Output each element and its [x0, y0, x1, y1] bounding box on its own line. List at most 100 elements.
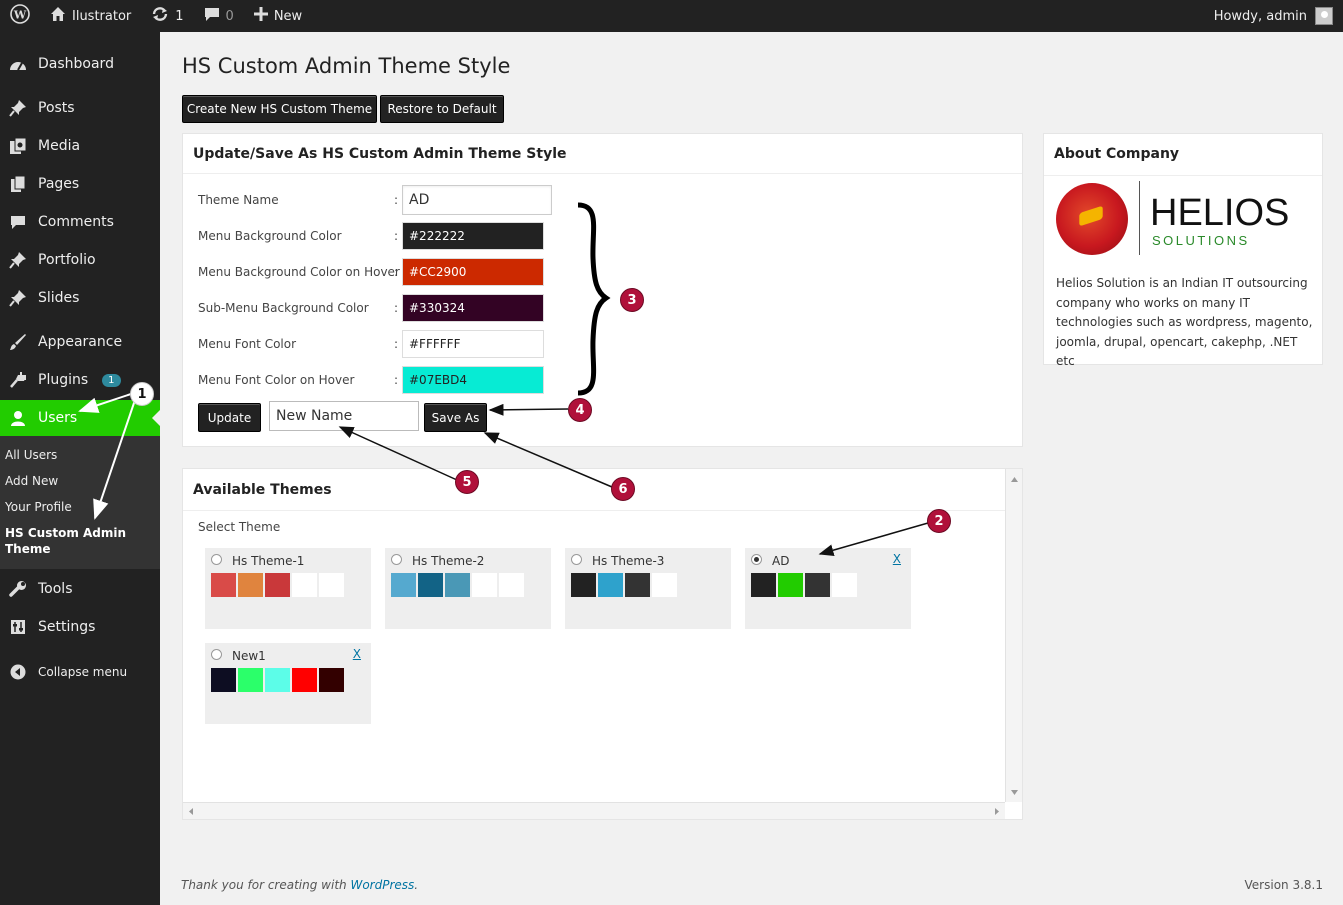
color-swatch	[571, 573, 596, 597]
svg-text:W: W	[13, 9, 27, 22]
my-account-menu[interactable]: Howdy, admin	[1214, 7, 1343, 25]
theme-radio[interactable]	[211, 554, 222, 565]
menu-slides[interactable]: Slides	[0, 280, 160, 316]
submenu-your-profile[interactable]: Your Profile	[5, 500, 72, 514]
menu-label: Comments	[38, 214, 114, 230]
submenu-bg-color-input[interactable]: #330324	[402, 294, 544, 322]
menu-dashboard[interactable]: Dashboard	[0, 46, 160, 82]
colon: :	[394, 193, 399, 207]
menu-pages[interactable]: Pages	[0, 166, 160, 202]
collapse-menu-button[interactable]: Collapse menu	[0, 654, 160, 690]
theme-card[interactable]: Hs Theme-1	[205, 548, 371, 629]
field-label-menu-font-hover: Menu Font Color on Hover	[198, 373, 355, 387]
wordpress-link[interactable]: WordPress	[350, 878, 414, 892]
menu-font-hover-color-input[interactable]: #07EBD4	[402, 366, 544, 394]
theme-card[interactable]: New1 X	[205, 643, 371, 724]
site-name-menu[interactable]: Ilustrator	[40, 0, 141, 32]
submenu-add-new[interactable]: Add New	[5, 474, 58, 488]
field-label-menu-bg-hover: Menu Background Color on Hover	[198, 265, 400, 279]
color-swatch	[805, 573, 830, 597]
theme-swatches	[571, 573, 704, 597]
submenu-all-users[interactable]: All Users	[5, 448, 57, 462]
menu-bg-color-input[interactable]: #222222	[402, 222, 544, 250]
theme-radio[interactable]	[391, 554, 402, 565]
menu-portfolio[interactable]: Portfolio	[0, 242, 160, 278]
users-submenu: All Users Add New Your Profile HS Custom…	[0, 436, 160, 569]
new-content-menu[interactable]: New	[244, 0, 312, 32]
menu-media[interactable]: Media	[0, 128, 160, 164]
theme-name: Hs Theme-1	[232, 554, 305, 568]
delete-theme-link[interactable]: X	[353, 647, 361, 661]
dashboard-icon	[8, 54, 28, 74]
wordpress-logo-menu[interactable]: W	[0, 0, 40, 32]
page-title: HS Custom Admin Theme Style	[182, 54, 511, 78]
menu-label: Settings	[38, 619, 96, 635]
menu-comments[interactable]: Comments	[0, 204, 160, 240]
select-theme-label: Select Theme	[198, 520, 281, 534]
color-swatch	[598, 573, 623, 597]
new-name-input[interactable]: New Name	[269, 401, 419, 431]
menu-label: Users	[38, 410, 78, 426]
menu-posts[interactable]: Posts	[0, 90, 160, 126]
menu-appearance[interactable]: Appearance	[0, 324, 160, 360]
color-swatch	[679, 573, 704, 597]
submenu-hs-custom-admin-theme[interactable]: HS Custom Admin Theme	[5, 525, 145, 557]
updates-menu[interactable]: 1	[141, 0, 193, 32]
admin-menu: Dashboard Posts Media Pages Comments Por…	[0, 32, 160, 905]
theme-card[interactable]: Hs Theme-2	[385, 548, 551, 629]
restore-default-button[interactable]: Restore to Default	[380, 95, 504, 123]
color-swatch	[265, 573, 290, 597]
create-theme-button[interactable]: Create New HS Custom Theme	[182, 95, 377, 123]
logo-divider	[1139, 181, 1140, 255]
brand-name: HELIOS	[1150, 192, 1290, 234]
comments-count: 0	[225, 8, 234, 24]
menu-label: Portfolio	[38, 252, 96, 268]
menu-font-color-input[interactable]: #FFFFFF	[402, 330, 544, 358]
color-swatch	[625, 573, 650, 597]
settings-icon	[8, 617, 28, 637]
menu-tools[interactable]: Tools	[0, 571, 160, 607]
theme-radio-selected[interactable]	[751, 554, 762, 565]
menu-label: Slides	[38, 290, 80, 306]
vertical-scrollbar[interactable]	[1005, 469, 1022, 802]
menu-label: Plugins	[38, 372, 89, 388]
footer-thanks-prefix: Thank you for creating with	[181, 878, 351, 892]
comments-menu[interactable]: 0	[194, 0, 244, 32]
menu-settings[interactable]: Settings	[0, 609, 160, 645]
color-swatch	[418, 573, 443, 597]
color-swatch	[652, 573, 677, 597]
annotation-marker: 1	[130, 382, 154, 406]
horizontal-scrollbar[interactable]	[183, 802, 1005, 819]
menu-bg-hover-color-input[interactable]: #CC2900	[402, 258, 544, 286]
home-icon	[50, 6, 66, 26]
color-swatch	[238, 668, 263, 692]
colon: :	[394, 337, 399, 351]
theme-radio[interactable]	[571, 554, 582, 565]
about-company-heading: About Company	[1044, 134, 1322, 176]
helios-logo-icon	[1056, 183, 1128, 255]
annotation-marker: 4	[568, 398, 592, 422]
update-button[interactable]: Update	[198, 403, 261, 432]
avatar	[1315, 7, 1333, 25]
comment-icon	[204, 6, 220, 26]
updates-count: 1	[175, 8, 184, 24]
theme-name-input[interactable]: AD	[402, 185, 552, 215]
theme-swatches	[211, 573, 344, 597]
delete-theme-link[interactable]: X	[893, 552, 901, 566]
color-swatch	[859, 573, 884, 597]
user-icon	[8, 408, 28, 428]
color-swatch	[319, 668, 344, 692]
brush-icon	[8, 332, 28, 352]
menu-users[interactable]: Users	[0, 400, 160, 436]
color-swatch	[499, 573, 524, 597]
updates-icon	[151, 6, 169, 26]
theme-radio[interactable]	[211, 649, 222, 660]
menu-label: Posts	[38, 100, 75, 116]
save-as-button[interactable]: Save As	[424, 403, 487, 432]
slides-icon	[8, 288, 28, 308]
theme-card[interactable]: Hs Theme-3	[565, 548, 731, 629]
theme-card[interactable]: AD X	[745, 548, 911, 629]
footer-thanks: Thank you for creating with WordPress.	[181, 878, 418, 892]
colon: :	[394, 373, 399, 387]
footer-thanks-suffix: .	[414, 878, 419, 892]
